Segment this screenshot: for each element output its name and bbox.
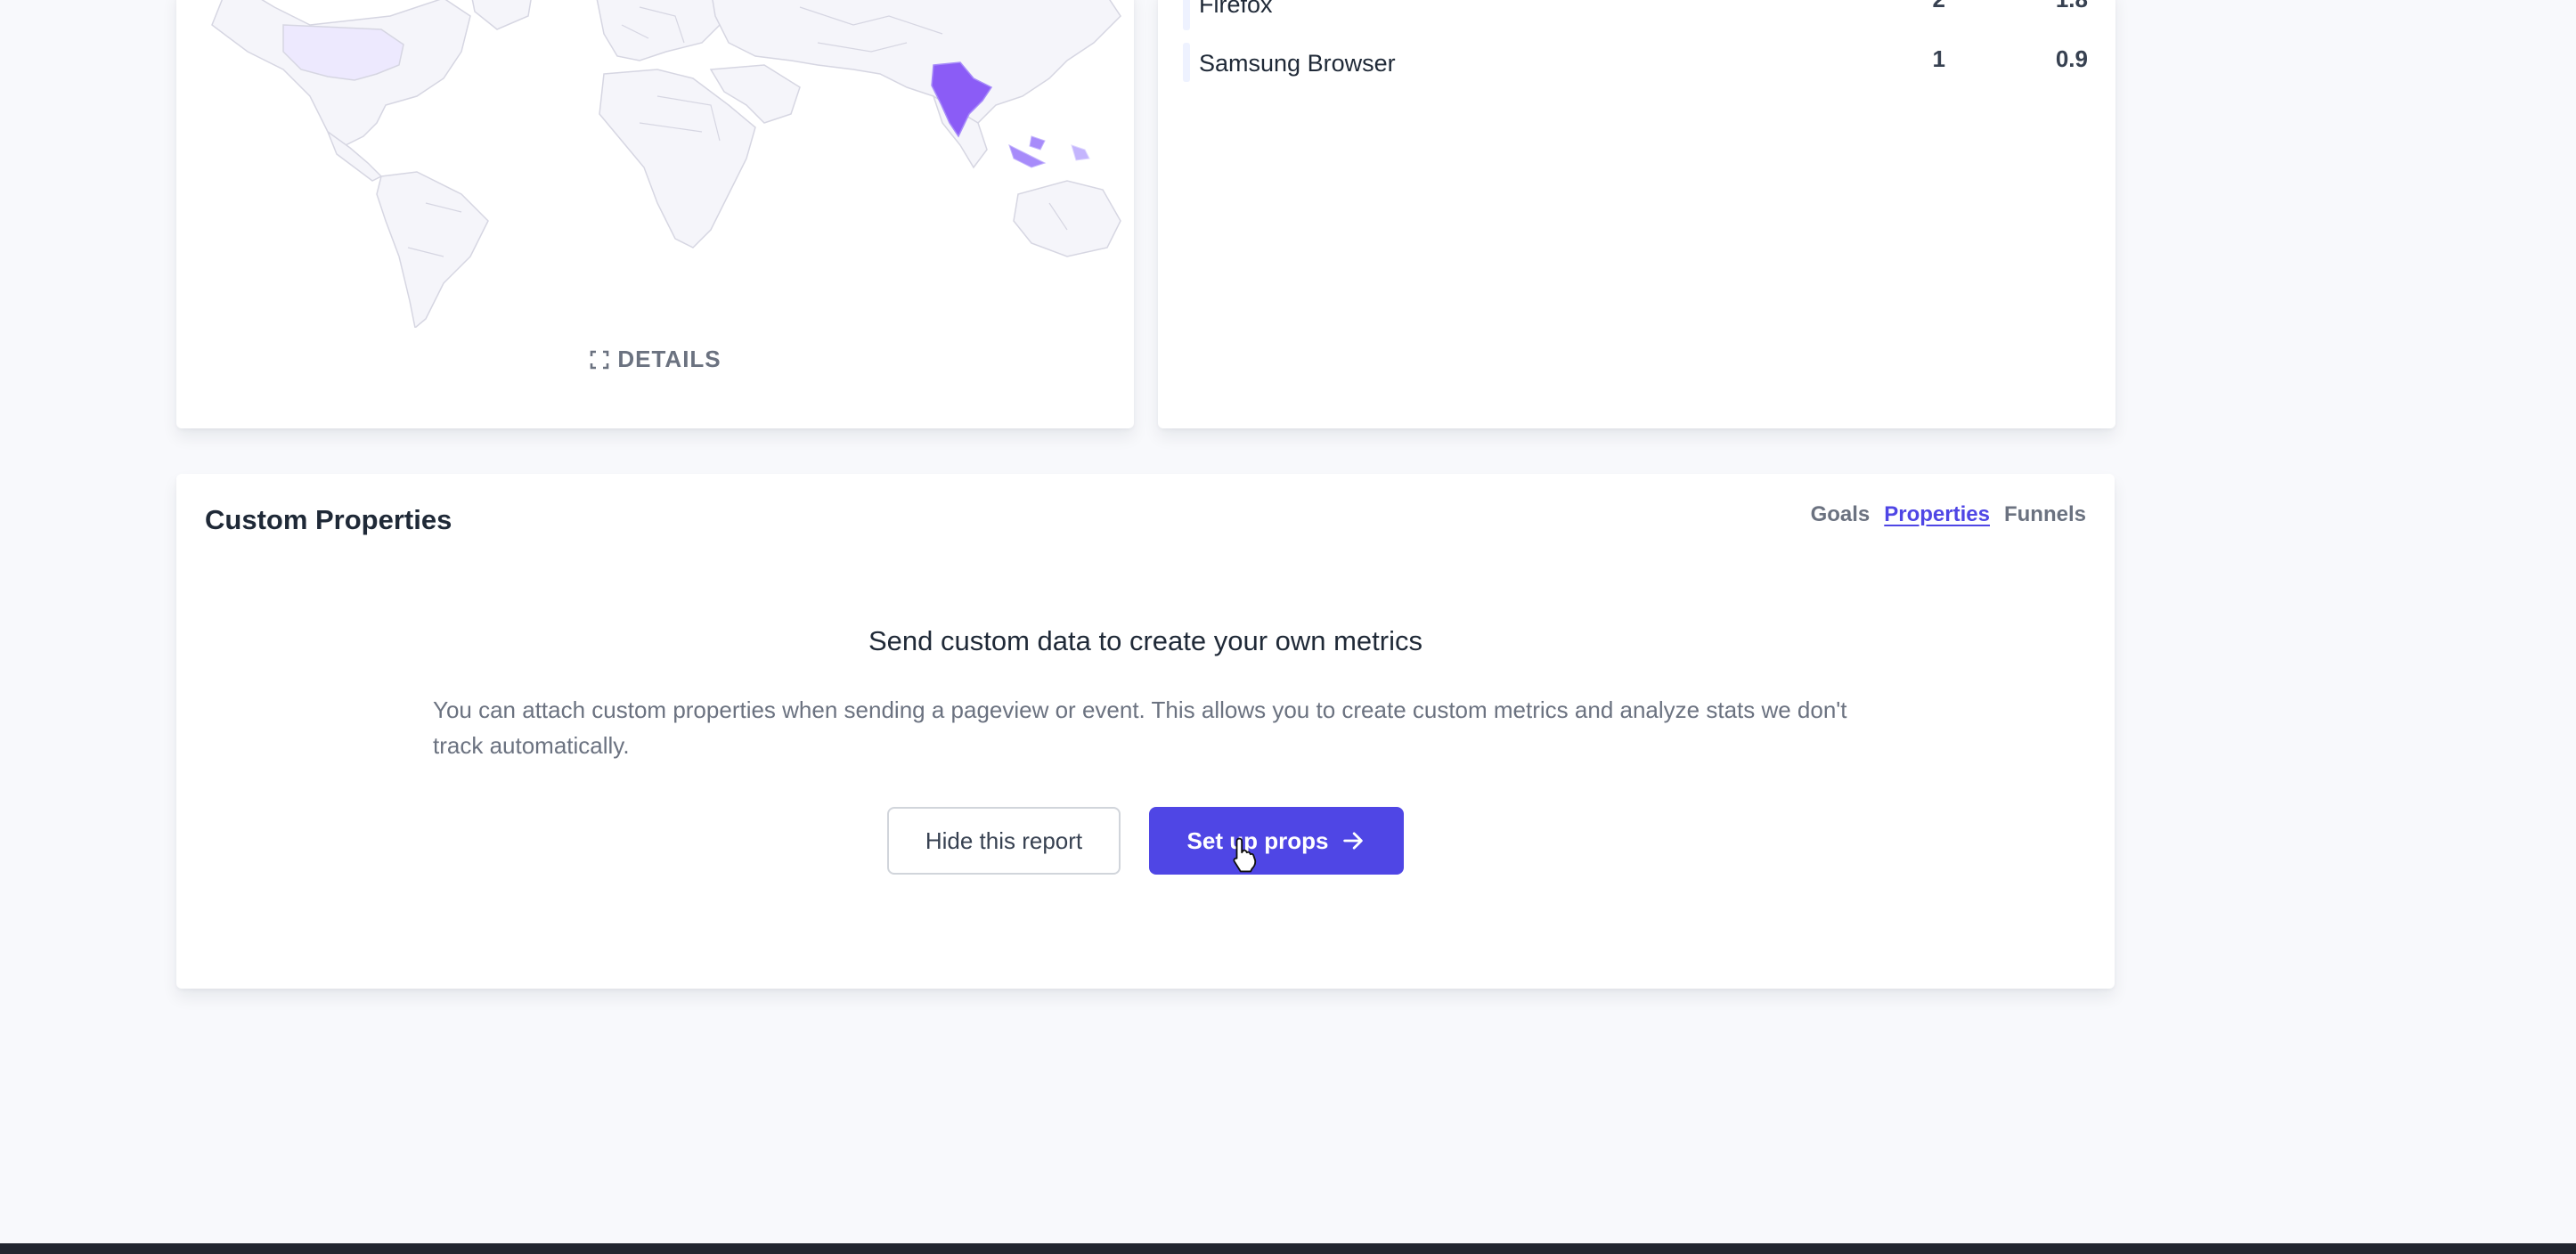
browser-name: Firefox	[1199, 0, 1273, 18]
map-country-malaysia	[1029, 135, 1046, 151]
map-region-greenland	[471, 0, 532, 30]
card-title: Custom Properties	[205, 504, 452, 535]
details-label: DETAILS	[617, 346, 721, 372]
hide-report-button[interactable]: Hide this report	[887, 807, 1121, 875]
map-region-europe	[596, 0, 721, 61]
world-map[interactable]	[176, 0, 1134, 328]
list-item[interactable]: Samsung Browser 1 0.9	[1183, 43, 2091, 82]
footer-strip	[0, 1243, 2576, 1254]
browser-visitors: 2	[1933, 0, 1945, 13]
browser-percent: 1.8	[2056, 0, 2088, 13]
expand-icon	[591, 350, 609, 370]
hide-report-label: Hide this report	[925, 826, 1083, 854]
empty-state-description: You can attach custom properties when se…	[433, 696, 1847, 759]
custom-properties-card: Custom Properties Goals Properties Funne…	[176, 474, 2115, 989]
empty-state-heading: Send custom data to create your own metr…	[868, 625, 1423, 656]
browser-percent: 0.9	[2055, 45, 2088, 72]
report-tabs: Goals Properties Funnels	[1811, 502, 2086, 527]
map-region-south-america	[376, 171, 489, 328]
details-button[interactable]: DETAILS	[176, 346, 1134, 373]
list-item[interactable]: Firefox 2 1.8	[1183, 0, 2091, 30]
browsers-card: Firefox 2 1.8 Samsung Browser 1 0.9	[1158, 0, 2115, 428]
set-up-props-label: Set up props	[1186, 826, 1329, 854]
browser-bar	[1183, 43, 1190, 82]
browser-name: Samsung Browser	[1199, 50, 1396, 77]
tab-funnels[interactable]: Funnels	[2004, 502, 2086, 527]
map-country-philippines	[1071, 144, 1090, 161]
set-up-props-button[interactable]: Set up props	[1149, 807, 1404, 875]
tab-goals[interactable]: Goals	[1811, 502, 1871, 527]
arrow-right-icon	[1343, 832, 1364, 850]
countries-map-card: DETAILS	[176, 0, 1134, 428]
browser-visitors: 1	[1932, 45, 1945, 72]
map-region-australia	[1013, 180, 1121, 257]
tab-properties[interactable]: Properties	[1884, 502, 1990, 527]
browser-bar	[1183, 0, 1190, 30]
